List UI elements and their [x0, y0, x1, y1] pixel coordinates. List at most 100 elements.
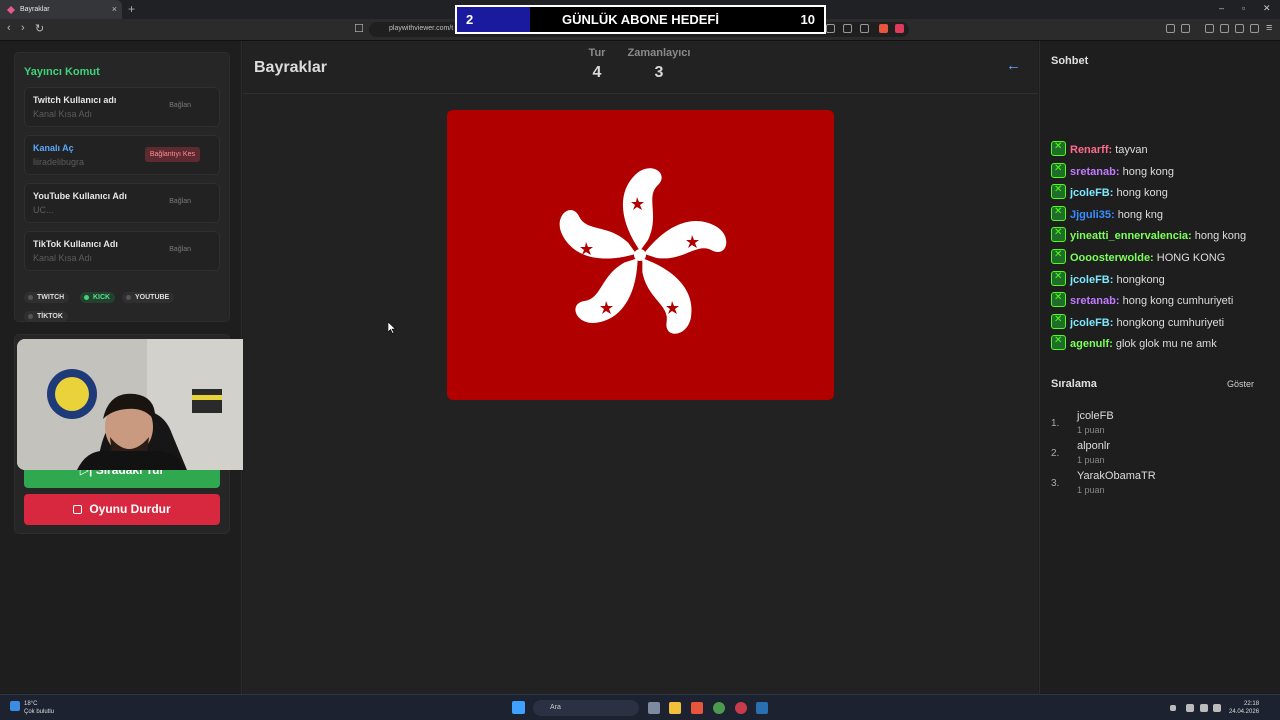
zoom-icon[interactable]: [843, 24, 852, 33]
kick-disconnect-button[interactable]: Bağlantıyı Kes: [144, 147, 200, 162]
tab-close-icon[interactable]: ×: [112, 4, 117, 14]
ranking-points: 1 puan: [1077, 455, 1105, 465]
chat-title: Sohbet: [1051, 55, 1089, 67]
chat-message: jcoleFB: hongkong: [1051, 270, 1165, 287]
extension-icon[interactable]: [1166, 24, 1175, 33]
clock-date: 24.04.2026: [1229, 709, 1260, 715]
twitch-connect-button[interactable]: Bağlan: [169, 102, 191, 109]
file-explorer-icon[interactable]: [669, 702, 681, 714]
youtube-connect-button[interactable]: Bağlan: [169, 198, 191, 205]
ranking-entry: 2. alponlr 1 puan: [1051, 440, 1261, 470]
sidebar-icon[interactable]: [1205, 24, 1214, 33]
ranking-rank: 1.: [1051, 418, 1060, 429]
close-window-icon[interactable]: ✕: [1263, 3, 1271, 14]
volume-icon[interactable]: [1213, 704, 1221, 712]
bookmark-icon[interactable]: ☐: [354, 22, 364, 35]
chat-username[interactable]: Renarff:: [1070, 144, 1112, 156]
ranking-show-button[interactable]: Göster: [1227, 379, 1254, 389]
chat-text: tayvan: [1115, 144, 1148, 156]
share-icon[interactable]: [860, 24, 869, 33]
twitch-input[interactable]: Kanal Kısa Adı: [33, 109, 92, 119]
start-icon[interactable]: [512, 701, 525, 714]
maximize-icon[interactable]: ▫: [1242, 3, 1245, 13]
timer-label: Zamanlayıcı: [627, 47, 691, 59]
platform-twitch: TWITCH: [24, 292, 70, 303]
chat-message: sretanab: hong kong: [1051, 162, 1174, 179]
browser-tab[interactable]: Bayraklar ×: [0, 0, 122, 19]
kick-badge-icon: [1051, 141, 1066, 156]
taskbar-search[interactable]: Ara: [533, 700, 639, 716]
reload-icon[interactable]: ↻: [35, 22, 44, 35]
round-stat: Tur 4: [579, 47, 615, 82]
minimize-icon[interactable]: –: [1219, 3, 1224, 13]
goal-target: 10: [800, 12, 815, 27]
chat-username[interactable]: jcoleFB:: [1070, 317, 1113, 329]
steam-icon[interactable]: [756, 702, 768, 714]
game-header: Bayraklar Tur 4 Zamanlayıcı 3 ←: [243, 41, 1038, 94]
system-clock[interactable]: 22:18 24.04.2026: [1229, 700, 1259, 716]
weather-temp: 18°C: [24, 701, 38, 707]
forward-icon[interactable]: ›: [21, 22, 25, 34]
menu-icon[interactable]: ≡: [1266, 22, 1272, 34]
chat-username[interactable]: jcoleFB:: [1070, 274, 1113, 286]
back-icon[interactable]: ‹: [7, 22, 11, 34]
chat-message: sretanab: hong kong cumhuriyeti: [1051, 292, 1233, 308]
tiktok-connect-button[interactable]: Bağlan: [169, 246, 191, 253]
search-label: Ara: [550, 704, 561, 711]
url-text: playwithviewer.com/t: [389, 25, 454, 32]
chat-message: jcoleFB: hongkong cumhuriyeti: [1051, 313, 1224, 330]
ranking-points: 1 puan: [1077, 425, 1105, 435]
chat-username[interactable]: Oooosterwolde:: [1070, 252, 1154, 264]
new-tab-icon[interactable]: +: [128, 2, 135, 16]
streamer-command-title: Yayıncı Komut: [24, 66, 100, 78]
youtube-input[interactable]: UC...: [33, 205, 54, 215]
brave-rewards-icon[interactable]: [895, 24, 904, 33]
bauhinia-flower-icon: [552, 168, 730, 338]
chat-username[interactable]: sretanab:: [1070, 295, 1120, 307]
chat-text: HONG KONG: [1156, 252, 1226, 264]
task-view-icon[interactable]: [648, 702, 660, 714]
chat-message: jcoleFB: hong kong: [1051, 184, 1168, 200]
twitch-row: Twitch Kullanıcı adı Kanal Kısa Adı Bağl…: [24, 87, 220, 127]
kick-badge-icon: [1051, 270, 1066, 286]
chat-username[interactable]: yineatti_ennervalencia:: [1070, 230, 1192, 242]
kick-badge-icon: [1051, 292, 1066, 308]
kick-input[interactable]: liiradelibugra: [33, 157, 84, 167]
ranking-name: YarakObamaTR: [1077, 470, 1156, 482]
round-value: 4: [592, 64, 602, 81]
chrome-icon[interactable]: [713, 702, 725, 714]
weather-widget[interactable]: 18°C Çok bulutlu: [10, 700, 54, 716]
ranking-name: alponlr: [1077, 440, 1111, 452]
ranking-points: 1 puan: [1077, 485, 1105, 495]
kick-badge-icon: [1051, 162, 1066, 178]
chat-text: hong kng: [1117, 208, 1163, 221]
brave-shield-icon[interactable]: [879, 24, 888, 33]
tiktok-input[interactable]: Kanal Kısa Adı: [33, 253, 92, 263]
chat-username[interactable]: agenulf:: [1070, 338, 1113, 350]
tray-chevron-icon[interactable]: [1170, 705, 1176, 711]
chat-username[interactable]: sretanab:: [1070, 166, 1120, 178]
vpn-icon[interactable]: [1250, 24, 1259, 33]
chat-username[interactable]: Jjguli35:: [1070, 209, 1115, 221]
wallet-icon[interactable]: [1181, 24, 1190, 33]
webcam-feed: [17, 339, 253, 470]
chat-text: glok glok mu ne amk: [1115, 338, 1217, 351]
network-icon[interactable]: [1200, 704, 1208, 712]
ranking-entry: 3. YarakObamaTR 1 puan: [1051, 470, 1261, 500]
chat-text: hong kong: [1194, 230, 1247, 243]
windows-taskbar: 18°C Çok bulutlu Ara 22:18 24.04.2026: [0, 694, 1280, 720]
stop-game-button[interactable]: Oyunu Durdur: [24, 494, 220, 525]
kick-badge-icon: [1051, 184, 1066, 200]
mic-icon[interactable]: [1186, 704, 1194, 712]
translate-icon[interactable]: [826, 24, 835, 33]
brave-browser-icon[interactable]: [691, 702, 703, 714]
kick-label: Kanalı Aç: [33, 143, 74, 153]
tabs-icon[interactable]: [1220, 24, 1229, 33]
ranking-title: Sıralama: [1051, 378, 1097, 390]
app-icon[interactable]: [735, 702, 747, 714]
kick-badge-icon: [1051, 205, 1066, 221]
right-panel: Sohbet Renarff: tayvan sretanab: hong kon…: [1039, 41, 1280, 694]
chat-username[interactable]: jcoleFB:: [1070, 187, 1113, 199]
back-arrow-icon[interactable]: ←: [1006, 57, 1021, 74]
shield-icon[interactable]: [1235, 24, 1244, 33]
